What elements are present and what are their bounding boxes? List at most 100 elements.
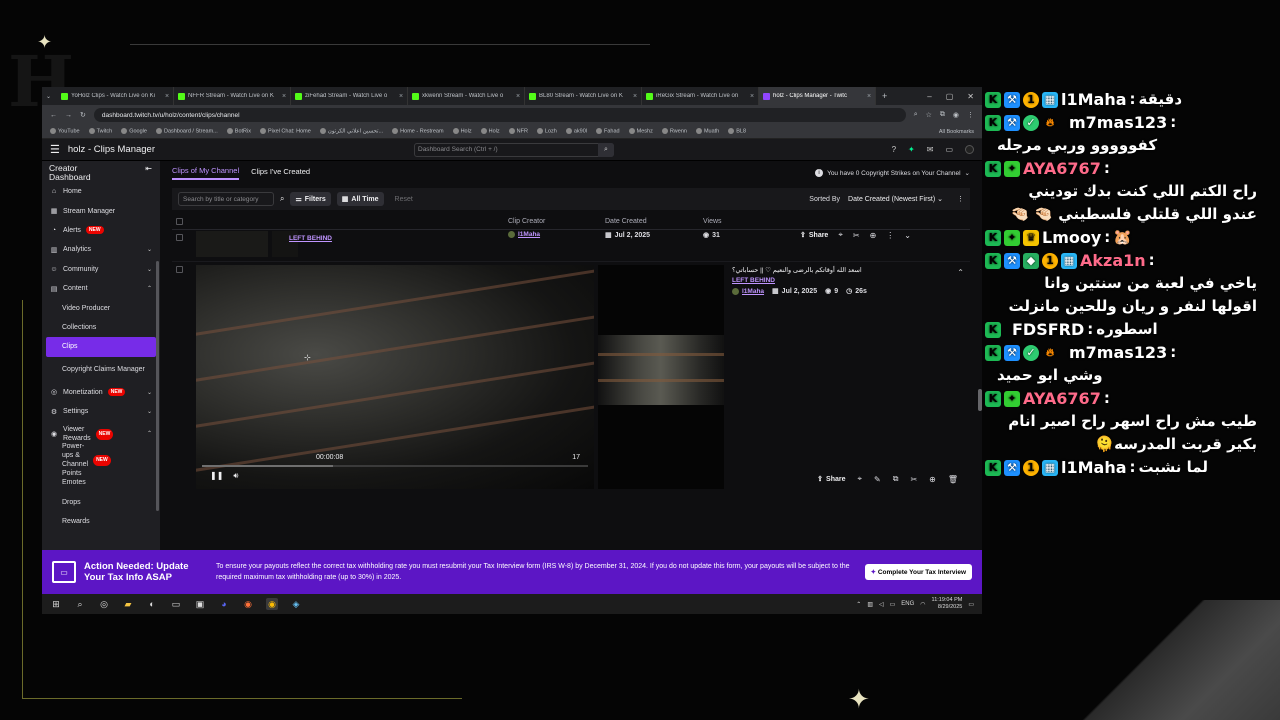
scissors-icon[interactable]: ✂ [910,475,917,484]
table-row[interactable]: LEFT BEHIND l1Maha ▦ Jul 2, 2025 ◉ 31 ⇪ Sha… [172,230,970,262]
complete-tax-interview-button[interactable]: ✦ Complete Your Tax Interview [864,564,972,580]
dashboard-search-input[interactable]: Dashboard Search (Ctrl + /) [414,142,614,157]
help-icon[interactable]: ? [892,145,896,154]
bookmark-item[interactable]: Pixel Chat: Home [259,128,311,135]
close-tab-icon[interactable]: × [399,93,403,100]
bookmark-item[interactable]: تحسين اعلاني الكرتون... [319,128,383,135]
add-icon[interactable]: ⊕ [870,231,877,240]
search-icon[interactable]: ⌕ [280,194,284,204]
battery-icon[interactable]: ▭ [890,601,896,608]
browser-tab[interactable]: BL80 Stream - Watch Live on K × [525,87,643,105]
bookmark-item[interactable]: Rwenn [661,128,687,135]
browser-tab-active[interactable]: holz - Clips Manager - Twitc × [759,87,877,105]
browser-tab[interactable]: ziFehad Stream - Watch Live o × [291,87,409,105]
bookmark-item[interactable]: Dashboard / Stream... [155,128,218,135]
sidebar-item-collections[interactable]: Collections [42,318,160,337]
sidebar-item-stream-manager[interactable]: ▦ Stream Manager [42,201,160,220]
windows-start-icon[interactable]: ⊞ [50,598,62,610]
clock[interactable]: 11:19:04 PM 8/29/2025 [932,597,963,611]
close-tab-icon[interactable]: × [516,93,520,100]
sidebar-item-monetization[interactable]: ◎ Monetization NEW ⌄ [42,383,160,402]
bookmark-item[interactable]: BL8 [728,128,746,135]
bookmark-item[interactable]: Lozh [536,128,557,135]
sidebar-item-home[interactable]: ⌂ Home [42,182,160,201]
copyright-strikes-dropdown[interactable]: i You have 0 Copyright Strikes on Your C… [815,169,970,177]
clip-video-player[interactable]: ⊹ 00:00:08 17 ❚❚ 🔊︎ [196,265,594,489]
sidebar-item-viewer-rewards[interactable]: ◉ Viewer Rewards NEW ⌃ [42,421,160,447]
bookmark-item[interactable]: Meshz [628,128,653,135]
chevron-up-icon[interactable]: ⌃ [957,268,964,277]
scissors-icon[interactable]: ✂ [853,231,860,240]
close-tab-icon[interactable]: × [750,93,754,100]
sidebar-item-video-producer[interactable]: Video Producer [42,298,160,317]
edit-icon[interactable]: ✎ [874,475,881,484]
crop-icon[interactable]: ⌖ [838,230,843,240]
sidebar-scrollbar[interactable] [156,261,159,511]
chrome-icon[interactable]: ◉ [266,598,278,610]
avatar[interactable] [965,145,974,154]
tab-clips-of-my-channel[interactable]: Clips of My Channel [172,166,240,180]
add-icon[interactable]: ⊕ [929,475,936,484]
close-tab-icon[interactable]: × [633,93,637,100]
volume-icon[interactable]: ◁ [879,601,884,608]
network-icon[interactable]: ▥ [867,601,873,608]
main-scrollbar[interactable] [978,389,982,411]
extensions-icon[interactable]: ✦ [908,145,915,154]
sidebar-item-analytics[interactable]: ▥ Analytics ⌄ [42,240,160,259]
chevron-down-icon[interactable]: ⌄ [904,231,911,240]
hamburger-menu-icon[interactable]: ☰ [50,143,60,156]
bookmark-item[interactable]: Holz [480,128,500,135]
new-tab-icon[interactable]: + [882,91,887,101]
crop-icon[interactable]: ⌖ [858,474,863,484]
bookmark-item[interactable]: Holz [452,128,472,135]
browser-tab[interactable]: NFFR Stream - Watch Live on K × [174,87,292,105]
bookmark-item[interactable]: YouTube [50,128,80,135]
terminal-icon[interactable]: ▭ [170,598,182,610]
browser-tab[interactable]: YoHolz Clips - Watch Live on Ki × [57,87,175,105]
all-bookmarks[interactable]: All Bookmarks [939,129,974,135]
clip-category-link[interactable]: LEFT BEHIND [289,235,332,242]
open-external-icon[interactable]: ⧉ [893,474,899,484]
app-icon[interactable]: ▣ [194,598,206,610]
sidebar-item-drops[interactable]: Drops [42,493,160,512]
firefox-icon[interactable]: ◉ [242,598,254,610]
notifications-icon[interactable]: ▭ [968,601,974,608]
sidebar-item-copyright-claims[interactable]: Copyright Claims Manager [42,357,160,383]
bookmark-item[interactable]: Muath [695,128,719,135]
wifi-icon[interactable]: ◠ [920,601,925,608]
close-tab-icon[interactable]: × [867,93,871,100]
inbox-icon[interactable]: ✉ [927,145,934,154]
sidebar-item-content[interactable]: ▤ Content ⌃ [42,279,160,298]
row-checkbox[interactable] [176,266,183,273]
pause-icon[interactable]: ❚❚ [210,471,223,481]
sidebar-item-alerts[interactable]: ◔ Alerts NEW [42,221,160,240]
bookmark-item[interactable]: Home - Restream [392,128,444,135]
back-icon[interactable]: ← [50,112,57,119]
sidebar-item-rewards[interactable]: Rewards [42,512,160,531]
row-checkbox[interactable] [176,234,183,241]
app-icon[interactable]: ◐ [146,598,158,610]
sort-dropdown[interactable]: Date Created (Newest First) ⌄ [848,195,943,203]
zoom-icon[interactable]: ⌕ [914,111,918,119]
date-range-button[interactable]: ▦ All Time [336,192,384,206]
tab-clips-ive-created[interactable]: Clips I've Created [251,167,310,179]
bookmark-item[interactable]: Google [121,128,147,135]
collapse-sidebar-icon[interactable]: ⇤ [145,164,152,182]
discord-icon[interactable]: ◕ [218,598,230,610]
extensions-icon[interactable]: ⧉ [940,111,945,119]
delete-icon[interactable]: 🗑︎ [948,475,958,484]
more-options-icon[interactable]: ⋮ [886,231,894,240]
select-all-checkbox[interactable] [176,218,183,225]
bookmark-item[interactable]: NFR [508,128,528,135]
more-options-icon[interactable]: ⋮ [957,195,964,203]
sidebar-item-emotes[interactable]: Emotes [42,473,160,492]
share-button[interactable]: ⇪ Share [817,475,845,484]
menu-icon[interactable]: ⋮ [967,111,974,119]
sidebar-item-settings[interactable]: ⚙ Settings ⌄ [42,402,160,421]
search-icon[interactable]: ⌕ [74,598,86,610]
whispers-icon[interactable]: ▭ [945,145,953,154]
steam-icon[interactable]: ◈ [290,598,302,610]
reset-button[interactable]: Reset [390,192,418,206]
bookmark-item[interactable]: Fahad [596,128,620,135]
bookmark-item[interactable]: ak90l [565,128,587,135]
